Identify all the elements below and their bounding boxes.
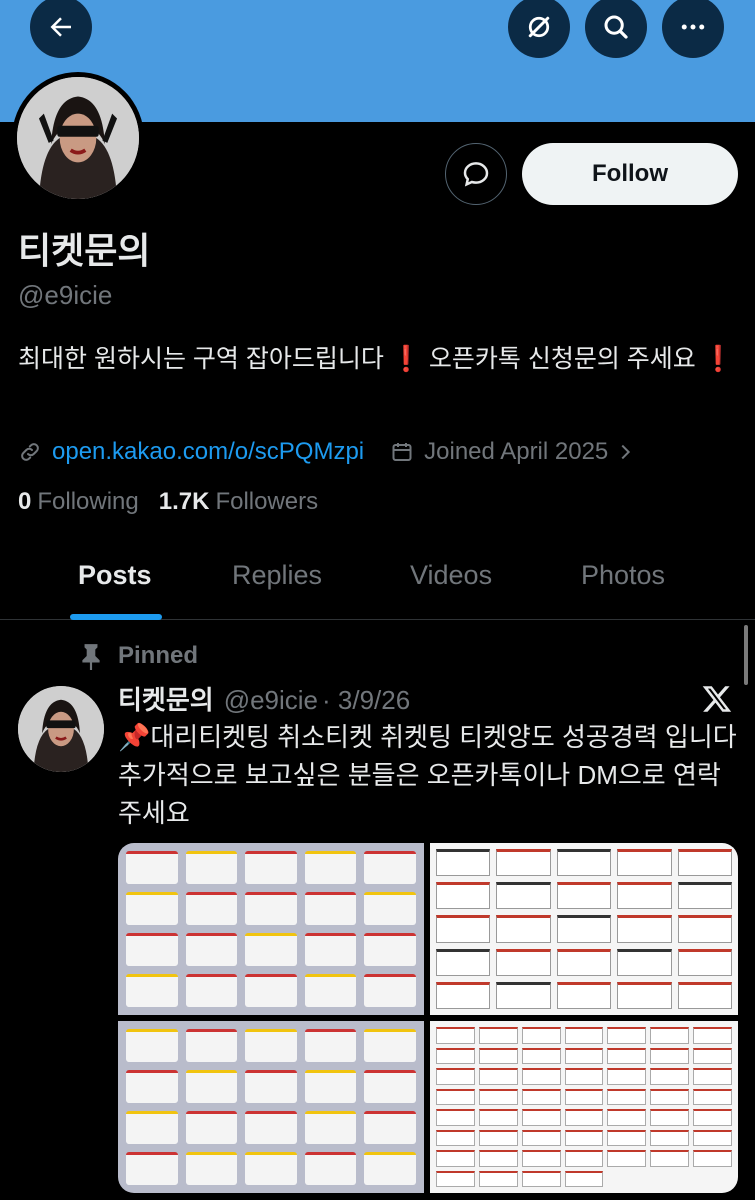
pushpin-icon: 📌	[118, 722, 151, 752]
post-media-grid	[118, 843, 738, 1193]
pin-icon	[82, 644, 100, 670]
avatar-image	[18, 686, 104, 772]
tab-photos[interactable]: Photos	[581, 560, 665, 591]
website-url[interactable]: open.kakao.com/o/scPQMzpi	[52, 438, 364, 466]
website-link[interactable]: open.kakao.com/o/scPQMzpi	[18, 438, 364, 466]
more-horizontal-icon	[681, 24, 705, 30]
bio-text: 최대한 원하시는 구역 잡아드립니다	[18, 345, 384, 373]
following-label: Following	[37, 488, 139, 515]
pinned-indicator: Pinned	[80, 642, 198, 670]
arrow-left-icon	[50, 17, 71, 37]
media-image-2[interactable]	[430, 843, 738, 1015]
following-stat[interactable]: 0 Following	[18, 488, 139, 516]
message-button[interactable]	[445, 143, 507, 205]
exclamation-icon: ❗	[702, 345, 734, 373]
followers-count: 1.7K	[158, 488, 210, 515]
post-header: 티켓문의 @e9icie · 3/9/26	[118, 680, 410, 717]
post-author-handle[interactable]: @e9icie	[224, 685, 318, 716]
calendar-icon	[392, 443, 412, 461]
followers-label: Followers	[215, 488, 319, 515]
profile-tabs: Posts Replies Videos Photos	[0, 540, 755, 620]
avatar-image	[17, 77, 139, 199]
following-count: 0	[18, 488, 32, 515]
post-author-avatar[interactable]	[18, 686, 104, 772]
post-body: 대리티켓팅 취소티켓 취켓팅 티켓양도 성공경력 입니다 추가적으로 보고싶은 …	[118, 722, 737, 828]
follow-stats: 0 Following 1.7K Followers	[18, 488, 318, 516]
grok-icon	[528, 16, 550, 38]
x-logo-icon	[702, 686, 732, 712]
profile-avatar[interactable]	[12, 72, 144, 204]
media-image-3[interactable]	[118, 1021, 424, 1193]
media-image-4[interactable]	[430, 1021, 738, 1193]
tab-videos[interactable]: Videos	[410, 560, 492, 591]
post-text: 📌대리티켓팅 취소티켓 취켓팅 티켓양도 성공경력 입니다 추가적으로 보고싶은…	[118, 718, 738, 832]
active-tab-indicator	[70, 614, 162, 620]
profile-meta: open.kakao.com/o/scPQMzpi Joined April 2…	[18, 432, 636, 472]
joined-date[interactable]: Joined April 2025	[390, 438, 636, 466]
chevron-right-icon	[621, 444, 631, 460]
tab-replies[interactable]: Replies	[232, 560, 322, 591]
tab-posts[interactable]: Posts	[78, 560, 152, 591]
post-date[interactable]: · 3/9/26	[322, 685, 410, 716]
follow-button[interactable]: Follow	[522, 143, 738, 205]
joined-text: Joined April 2025	[424, 438, 609, 465]
display-name: 티켓문의	[18, 230, 151, 271]
followers-stat[interactable]: 1.7K Followers	[159, 488, 318, 516]
message-bubble-icon	[463, 162, 489, 187]
bio-text-2: 오픈카톡 신청문의 주세요	[421, 345, 696, 373]
scrollbar[interactable]	[744, 625, 748, 685]
profile-handle: @e9icie	[18, 280, 113, 310]
exclamation-icon: ❗	[390, 345, 422, 373]
post-author-name[interactable]: 티켓문의	[118, 680, 214, 717]
search-icon	[604, 15, 628, 39]
link-icon	[21, 443, 39, 461]
profile-bio: 최대한 원하시는 구역 잡아드립니다 ❗ 오픈카톡 신청문의 주세요 ❗	[18, 340, 738, 378]
media-image-1[interactable]	[118, 843, 424, 1015]
pinned-label: Pinned	[118, 642, 199, 669]
